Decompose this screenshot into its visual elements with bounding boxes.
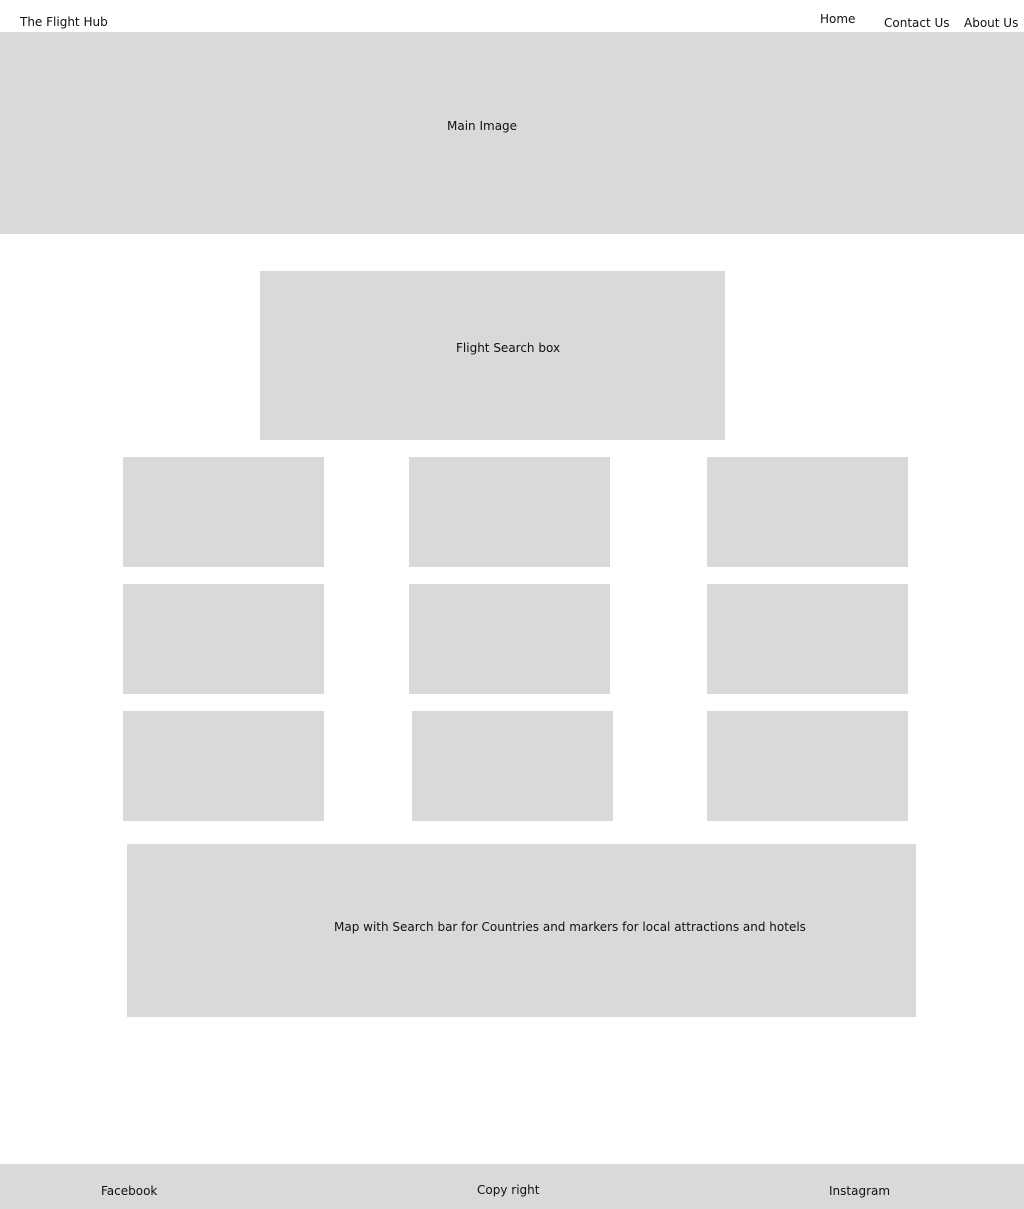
nav-link-about-us[interactable]: About Us: [964, 16, 1018, 30]
site-brand[interactable]: The Flight Hub: [20, 15, 108, 29]
destination-tile[interactable]: [412, 711, 613, 821]
main-image-placeholder: Main Image: [0, 32, 1024, 234]
footer-link-facebook[interactable]: Facebook: [101, 1184, 157, 1198]
nav-link-home[interactable]: Home: [820, 12, 855, 26]
map-label: Map with Search bar for Countries and ma…: [334, 920, 806, 934]
page: The Flight Hub Home Contact Us About Us …: [0, 0, 1024, 1209]
nav-link-contact-us[interactable]: Contact Us: [884, 16, 950, 30]
destination-tile[interactable]: [409, 457, 610, 567]
footer-link-instagram[interactable]: Instagram: [829, 1184, 890, 1198]
footer-copyright: Copy right: [477, 1183, 540, 1197]
destination-tile[interactable]: [123, 584, 324, 694]
destination-tile[interactable]: [707, 584, 908, 694]
main-image-label: Main Image: [447, 119, 518, 133]
destination-tile[interactable]: [409, 584, 610, 694]
flight-search-box[interactable]: Flight Search box: [260, 271, 725, 440]
destination-tile[interactable]: [707, 457, 908, 567]
flight-search-label: Flight Search box: [456, 341, 561, 355]
map-placeholder[interactable]: Map with Search bar for Countries and ma…: [127, 844, 916, 1017]
destination-tile[interactable]: [123, 457, 324, 567]
destination-tile[interactable]: [123, 711, 324, 821]
destination-tile[interactable]: [707, 711, 908, 821]
